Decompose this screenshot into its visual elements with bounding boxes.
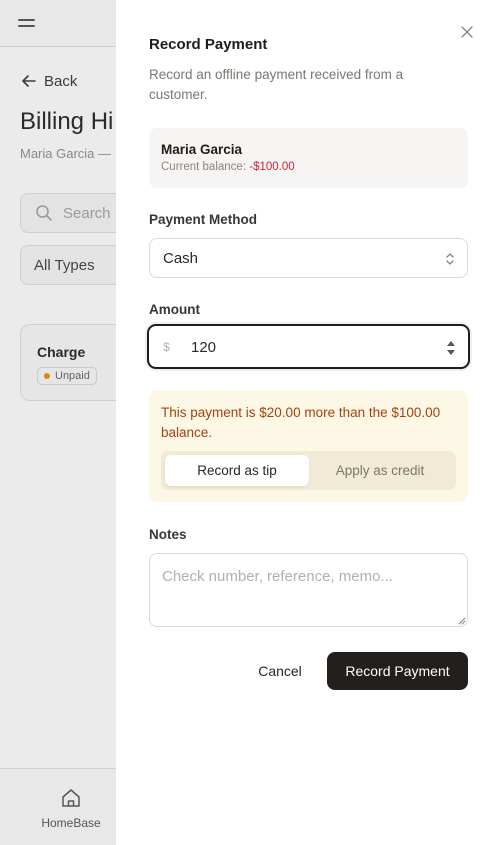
card-label: Charge [37, 344, 86, 360]
arrow-left-icon [22, 75, 36, 87]
chevron-up-down-icon [446, 253, 454, 265]
number-stepper-icon[interactable] [446, 339, 456, 357]
balance-label: Current balance: [161, 161, 247, 173]
menu-icon[interactable] [18, 17, 35, 29]
close-button[interactable] [459, 24, 475, 40]
amount-label: Amount [149, 302, 200, 317]
close-icon [461, 26, 473, 38]
dialog-title: Record Payment [149, 36, 268, 53]
home-icon [62, 789, 80, 807]
back-label: Back [44, 72, 78, 90]
overpayment-alert: This payment is $20.00 more than the $10… [149, 390, 468, 502]
notes-textarea[interactable] [149, 553, 468, 627]
nav-home[interactable]: HomeBase [34, 787, 108, 830]
payment-method-value: Cash [163, 249, 199, 267]
search-icon [36, 205, 52, 221]
record-as-tip-option[interactable]: Record as tip [165, 455, 309, 486]
dialog-description: Record an offline payment received from … [149, 67, 404, 102]
type-filter-value: All Types [34, 256, 95, 274]
customer-name: Maria Garcia [161, 142, 243, 157]
payment-method-select[interactable]: Cash [149, 238, 468, 278]
amount-field[interactable]: $ [147, 324, 470, 369]
currency-symbol: $ [163, 340, 170, 354]
record-payment-drawer: Record Payment Record an offline payment… [116, 0, 500, 845]
page-title: Billing Hi [20, 108, 114, 135]
back-link[interactable]: Back [20, 72, 77, 90]
search-placeholder: Search [63, 204, 111, 222]
payment-method-label: Payment Method [149, 212, 258, 227]
overpayment-toggle: Record as tip Apply as credit [161, 451, 456, 490]
apply-as-credit-option[interactable]: Apply as credit [308, 455, 452, 486]
resize-handle-icon[interactable] [458, 617, 466, 625]
page-subtitle: Maria Garcia — [20, 146, 112, 161]
overpayment-message: This payment is $20.00 more than the $10… [161, 405, 441, 440]
status-badge: Unpaid [37, 367, 97, 385]
amount-input[interactable] [191, 335, 421, 359]
notes-label: Notes [149, 527, 187, 542]
cancel-button[interactable]: Cancel [245, 652, 315, 690]
balance-value: -$100.00 [249, 161, 295, 173]
nav-home-label: HomeBase [41, 816, 101, 830]
customer-summary: Maria Garcia Current balance: -$100.00 [149, 128, 468, 188]
record-payment-button[interactable]: Record Payment [327, 652, 468, 690]
customer-balance: Current balance: -$100.00 [161, 161, 295, 173]
